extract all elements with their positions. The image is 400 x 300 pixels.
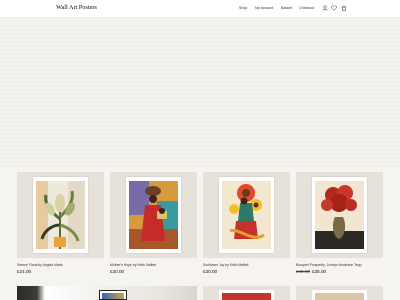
site-logo[interactable]: Wall Art Posters [56, 4, 97, 11]
cart-icon[interactable] [341, 5, 347, 11]
product-image[interactable] [296, 172, 383, 258]
product-price: £24.00 [17, 269, 31, 274]
product-card[interactable]: Sunflower Joy by Keith Mallett £30.00 [203, 172, 290, 274]
framed-picture [99, 290, 127, 300]
user-icon[interactable] [322, 5, 328, 11]
product-image[interactable] [296, 286, 383, 300]
site-header: Wall Art Posters Shop My account Basket … [0, 0, 400, 18]
price-current: £30.00 [110, 269, 125, 274]
price-current: £30.00 [203, 269, 218, 274]
poster-artwork [129, 181, 178, 249]
nav-checkout[interactable]: Checkout [299, 6, 314, 10]
product-price: £45.00 £35.00 [296, 269, 326, 274]
poster-frame [219, 177, 274, 253]
product-title[interactable]: Serene Floral by Angela Marts [17, 263, 63, 267]
product-title[interactable]: Sunflower Joy by Keith Mallett [203, 263, 248, 267]
nav-basket[interactable]: Basket [281, 6, 292, 10]
poster-frame [312, 290, 367, 300]
product-title[interactable]: Mother's Hope by Keith Mallett [110, 263, 156, 267]
heart-icon[interactable] [331, 5, 337, 11]
product-image[interactable] [110, 172, 197, 258]
product-card[interactable]: Mother's Hope by Keith Mallett £30.00 [110, 172, 197, 274]
poster-artwork [315, 181, 364, 249]
product-image[interactable] [203, 286, 290, 300]
product-card[interactable]: Serene Floral by Angela Marts £24.00 [17, 172, 104, 274]
product-image[interactable] [17, 172, 104, 258]
poster-frame [126, 177, 181, 253]
hero-banner [0, 18, 400, 168]
product-price: £30.00 [203, 269, 217, 274]
product-title[interactable]: Bouquet Prosperity, Jocelyn Anderson Tep… [296, 263, 361, 267]
product-image[interactable] [203, 172, 290, 258]
lifestyle-banner[interactable] [17, 286, 197, 300]
product-card[interactable]: Bouquet Prosperity, Jocelyn Anderson Tep… [296, 172, 383, 274]
price-current: £35.00 [312, 269, 327, 274]
poster-frame [219, 290, 274, 300]
nav-my-account[interactable]: My account [255, 6, 273, 10]
product-price: £30.00 [110, 269, 124, 274]
poster-frame [33, 177, 88, 253]
poster-artwork [36, 181, 85, 249]
nav-shop[interactable]: Shop [239, 6, 247, 10]
price-original: £45.00 [296, 269, 311, 274]
price-current: £24.00 [17, 269, 32, 274]
poster-frame [312, 177, 367, 253]
poster-artwork [222, 181, 271, 249]
